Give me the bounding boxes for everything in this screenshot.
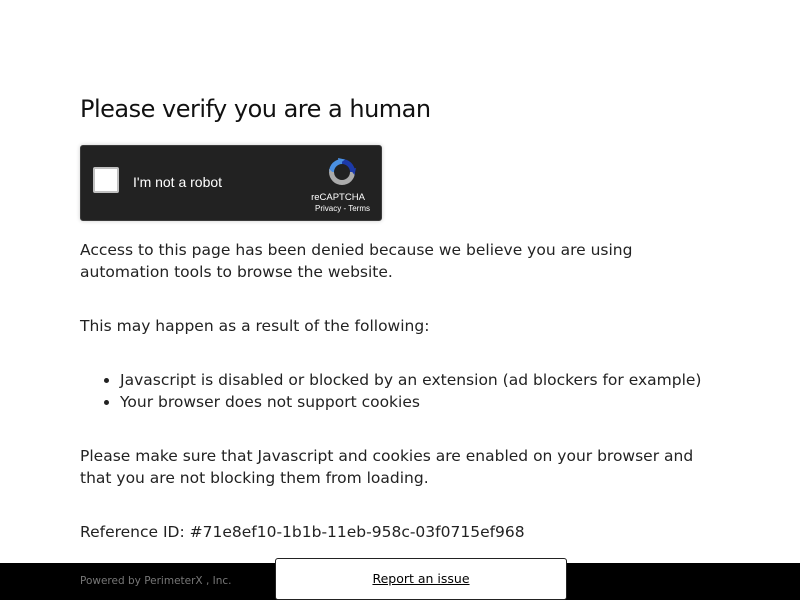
list-item: Your browser does not support cookies [120, 391, 720, 413]
denied-message: Access to this page has been denied beca… [80, 241, 633, 281]
reasons-intro: This may happen as a result of the follo… [80, 317, 430, 335]
reference-id: Reference ID: #71e8ef10-1b1b-11eb-958c-0… [80, 523, 525, 541]
captcha-terms-link[interactable]: Terms [348, 204, 370, 213]
instructions-text: Please make sure that Javascript and coo… [80, 447, 694, 487]
page: Please verify you are a human I'm not a … [0, 0, 800, 600]
main-content: Please verify you are a human I'm not a … [80, 90, 720, 543]
reasons-list: Javascript is disabled or blocked by an … [80, 369, 720, 413]
powered-by-text: Powered by PerimeterX , Inc. [80, 575, 232, 587]
page-title: Please verify you are a human [80, 95, 431, 123]
captcha-links: Privacy - Terms [315, 204, 370, 213]
captcha-brand: reCAPTCHA [311, 192, 365, 203]
captcha-privacy-link[interactable]: Privacy [315, 204, 341, 213]
recaptcha-logo-icon [329, 158, 356, 185]
recaptcha-widget: I'm not a robot reCAPTCHA Privacy - Term… [80, 145, 382, 221]
report-issue-button[interactable]: Report an issue [275, 558, 567, 600]
captcha-checkbox[interactable] [93, 167, 119, 193]
list-item: Javascript is disabled or blocked by an … [120, 369, 720, 391]
captcha-label[interactable]: I'm not a robot [133, 174, 222, 190]
